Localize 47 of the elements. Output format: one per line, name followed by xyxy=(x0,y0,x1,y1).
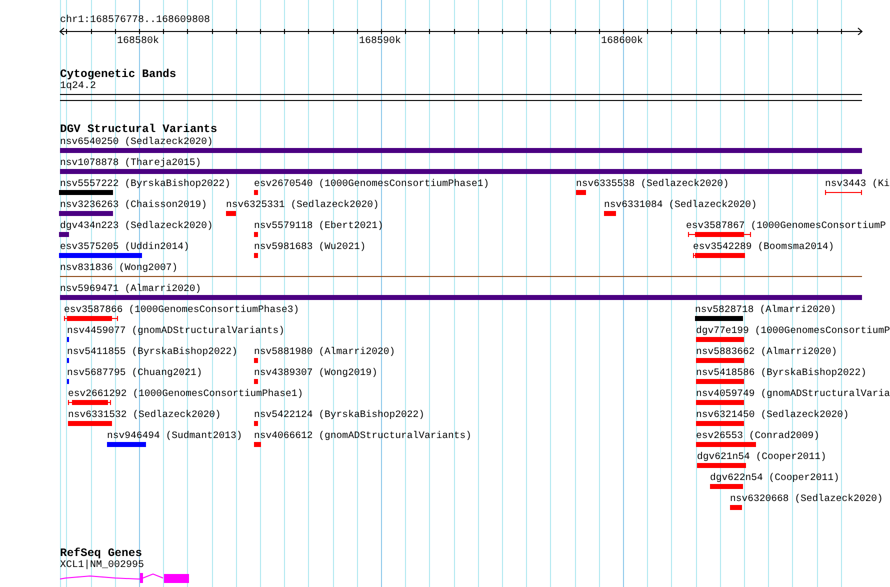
variant-label: dgv77e199 (1000GenomesConsortiumP xyxy=(696,325,890,336)
track-title: Cytogenetic Bands xyxy=(60,69,178,81)
tick-label: 168580k xyxy=(117,36,160,47)
variant-label: nsv1078878 (Thareja2015) xyxy=(60,157,202,168)
variant-label: nsv5883662 (Almarri2020) xyxy=(696,346,838,357)
variant-label: nsv5969471 (Almarri2020) xyxy=(60,283,202,294)
variant-label: nsv5687795 (Chuang2021) xyxy=(67,367,202,378)
variant-label: dgv621n54 (Cooper2011) xyxy=(697,451,826,462)
variant-label: nsv6331532 (Sedlazeck2020) xyxy=(68,409,221,420)
variant-label: nsv5418586 (ByrskaBishop2022) xyxy=(696,367,866,378)
tick-label: 168600k xyxy=(601,36,644,47)
variant-label: nsv5828718 (Almarri2020) xyxy=(695,304,836,315)
tick-label: 168590k xyxy=(359,36,402,47)
variant-label: nsv5422124 (ByrskaBishop2022) xyxy=(254,409,424,420)
variant-label: esv3542289 (Boomsma2014) xyxy=(693,241,834,252)
gene-label: XCL1|NM_002995 xyxy=(60,560,146,571)
variant-label: esv2661292 (1000GenomesConsortiumPhase1) xyxy=(68,388,304,399)
variant-label: nsv3236263 (Chaisson2019) xyxy=(60,199,207,210)
variant-label: nsv831836 (Wong2007) xyxy=(60,262,178,273)
variant-label: dgv434n223 (Sedlazeck2020) xyxy=(60,220,213,231)
variant-label: nsv5981683 (Wu2021) xyxy=(254,241,366,252)
variant-label: nsv5579118 (Ebert2021) xyxy=(254,220,384,231)
variant-label: nsv5411855 (ByrskaBishop2022) xyxy=(67,346,238,357)
variant-label: nsv5881980 (Almarri2020) xyxy=(254,346,396,357)
variant-label: nsv4459077 (gnomADStructuralVariants) xyxy=(67,325,285,336)
variant-label: dgv622n54 (Cooper2011) xyxy=(710,472,840,483)
variant-label: esv3575205 (Uddin2014) xyxy=(60,241,190,252)
track-title: RefSeq Genes xyxy=(60,548,142,560)
variant-label: nsv6335538 (Sedlazeck2020) xyxy=(576,178,729,189)
variant-label: nsv946494 (Sudmant2013) xyxy=(107,430,242,441)
band-label: 1q24.2 xyxy=(60,81,98,92)
variant-label: esv3587866 (1000GenomesConsortiumPhase3) xyxy=(64,304,300,315)
region-label: chr1:168576778..168609808 xyxy=(60,15,212,26)
variant-label: esv26553 (Conrad2009) xyxy=(696,430,820,441)
variant-label: nsv6331084 (Sedlazeck2020) xyxy=(604,199,757,210)
variant-label: nsv6320668 (Sedlazeck2020) xyxy=(730,493,883,504)
variant-label: nsv3443 (Ki xyxy=(825,178,890,189)
variant-label: nsv4059749 (gnomADStructuralVaria xyxy=(696,388,890,399)
variant-label: esv2670540 (1000GenomesConsortiumPhase1) xyxy=(254,178,490,189)
variant-label: nsv5557222 (ByrskaBishop2022) xyxy=(60,178,230,189)
variant-label: nsv6325331 (Sedlazeck2020) xyxy=(226,199,379,210)
variant-label: esv3587867 (1000GenomesConsortiumP xyxy=(686,220,886,231)
variant-label: nsv4066612 (gnomADStructuralVariants) xyxy=(254,430,472,441)
variant-label: nsv6540250 (Sedlazeck2020) xyxy=(60,136,213,147)
variant-label: nsv6321450 (Sedlazeck2020) xyxy=(696,409,849,420)
variant-label: nsv4389307 (Wong2019) xyxy=(254,367,378,378)
track-title: DGV Structural Variants xyxy=(60,124,218,136)
